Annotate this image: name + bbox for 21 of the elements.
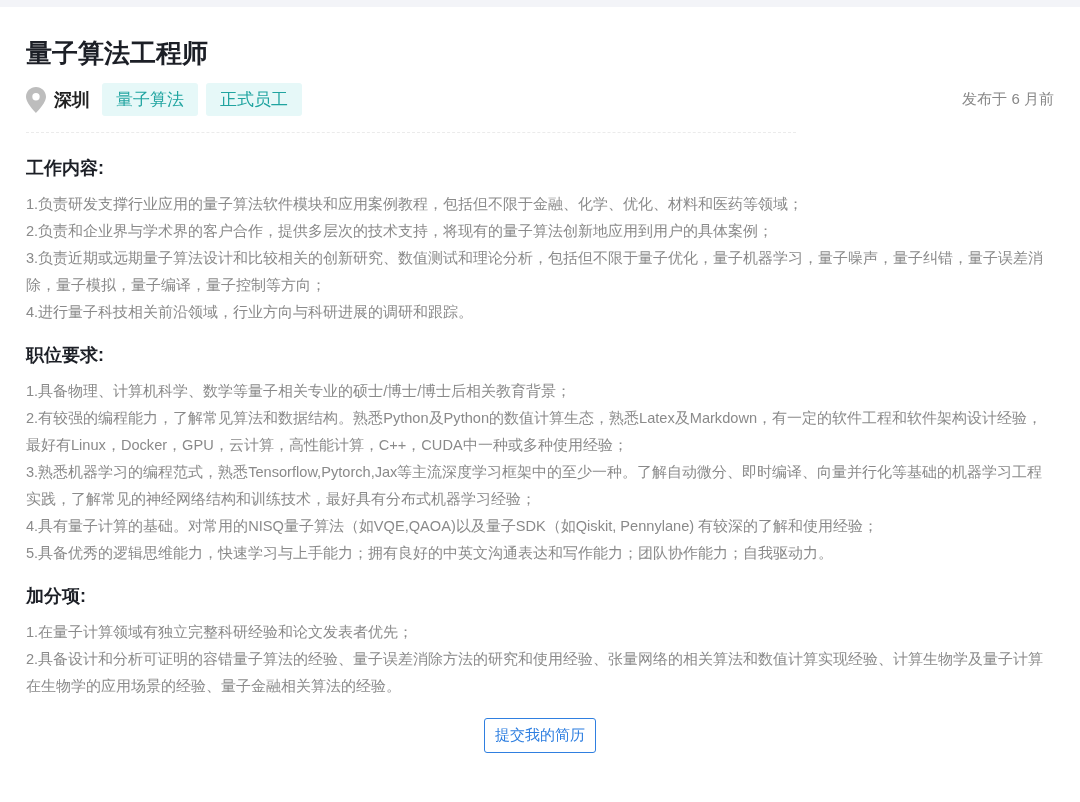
list-item-text: 1.在量子计算领域有独立完整科研经验和论文发表者优先； <box>26 623 415 642</box>
section-heading: 职位要求: <box>26 344 105 367</box>
list-item-text: 2.具备设计和分析可证明的容错量子算法的经验、量子误差消除方法的研究和使用经验、张量网络的相关算法和数值计算实现经验、计算生物学及量子计算在生物学的应用场景的经验、量子金融相关算法的经验。 <box>26 650 1045 696</box>
job-tag: 正式员工 <box>206 83 302 116</box>
submit-resume-button[interactable]: 提交我的简历 <box>484 718 596 753</box>
posted-time: 发布于 6 月前 <box>962 90 1054 109</box>
job-tag: 量子算法 <box>102 83 198 116</box>
job-title: 量子算法工程师 <box>26 37 209 70</box>
list-item-text: 3.熟悉机器学习的编程范式，熟悉Tensorflow,Pytorch,Jax等主流深度学习框架中的至少一种。了解自动微分、即时编译、向量并行化等基础的机器学习工程实践，了解常见的神经网络结构和训练技术，最好具有分布式机器学习经验； <box>26 463 1044 509</box>
section-heading: 加分项: <box>26 585 87 608</box>
list-item-text: 2.负责和企业界与学术界的客户合作，提供多层次的技术支持，将现有的量子算法创新地应用到用户的具体案例； <box>26 222 775 241</box>
list-item-text: 4.具有量子计算的基础。对常用的NISQ量子算法（如VQE,QAOA)以及量子SDK（如Qiskit, Pennylane) 有较深的了解和使用经验； <box>26 517 880 536</box>
location-text: 深圳 <box>54 88 90 112</box>
list-item-text: 1.具备物理、计算机科学、数学等量子相关专业的硕士/博士/博士后相关教育背景； <box>26 382 573 401</box>
list-item-text: 4.进行量子科技相关前沿领域，行业方向与科研进展的调研和跟踪。 <box>26 303 475 322</box>
location-pin-icon <box>26 86 46 113</box>
list-item-text: 2.有较强的编程能力，了解常见算法和数据结构。熟悉Python及Python的数值计算生态，熟悉Latex及Markdown，有一定的软件工程和软件架构设计经验，最好有Linux，Docker，GPU，云计算，高性能计算，C++，CUDA中一种或多种使用经验； <box>26 409 1044 455</box>
list-item-text: 3.负责近期或远期量子算法设计和比较相关的创新研究、数值测试和理论分析，包括但不限于量子优化，量子机器学习，量子噪声，量子纠错，量子误差消除，量子模拟，量子编译，量子控制等方向； <box>26 249 1045 295</box>
section-heading: 工作内容: <box>26 157 105 180</box>
list-item-text: 5.具备优秀的逻辑思维能力，快速学习与上手能力；拥有良好的中英文沟通表达和写作能力；团队协作能力；自我驱动力。 <box>26 544 835 563</box>
list-item-text: 1.负责研发支撑行业应用的量子算法软件模块和应用案例教程，包括但不限于金融、化学、优化、材料和医药等领域； <box>26 195 805 214</box>
